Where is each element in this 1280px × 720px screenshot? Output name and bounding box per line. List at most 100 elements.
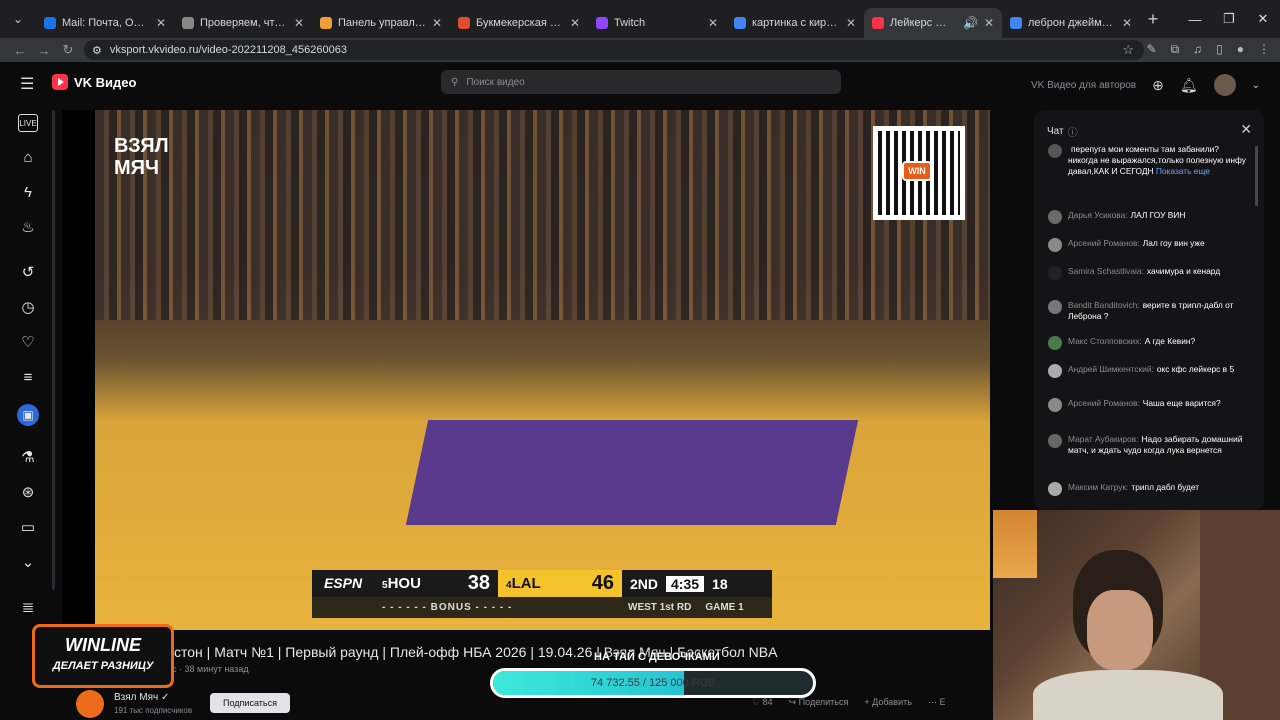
upload-icon[interactable]: ⊕ bbox=[1152, 77, 1164, 94]
browser-tab-active[interactable]: Лейкерс — Хьюстон🔊✕ bbox=[864, 8, 1002, 38]
close-icon[interactable]: ✕ bbox=[1240, 121, 1252, 138]
back-icon[interactable]: ← bbox=[8, 43, 32, 58]
browser-tab[interactable]: Mail: Почта, Облако, Кал✕ bbox=[36, 8, 174, 38]
forward-icon[interactable]: → bbox=[32, 43, 56, 58]
search-input[interactable]: ⚲ Поиск видео bbox=[441, 70, 841, 94]
browser-tab[interactable]: Twitch ✕ bbox=[588, 8, 726, 38]
profile-icon[interactable]: ● bbox=[1237, 42, 1244, 57]
address-bar-row: ← → ↻ ⚙ vksport.vkvideo.ru/video-2022112… bbox=[0, 38, 1280, 62]
browser-tab[interactable]: Панель управления - Do✕ bbox=[312, 8, 450, 38]
show-more-link[interactable]: Показать еще bbox=[1156, 166, 1210, 176]
chat-scrollbar[interactable] bbox=[1255, 146, 1258, 206]
close-icon[interactable]: ✕ bbox=[294, 16, 304, 30]
pen-icon[interactable]: ✎ bbox=[1147, 42, 1157, 57]
browser-tab[interactable]: картинка с киркой и ал✕ bbox=[726, 8, 864, 38]
chat-avatar[interactable] bbox=[1048, 266, 1062, 280]
info-icon[interactable]: ⓘ bbox=[1068, 124, 1078, 139]
sidebar-icon[interactable]: ▯ bbox=[1216, 42, 1223, 57]
chat-author[interactable]: Bandit Banditovich: bbox=[1068, 300, 1140, 310]
close-window-icon[interactable]: ✕ bbox=[1246, 11, 1280, 27]
chat-author[interactable]: Андрей Шимкентский: bbox=[1068, 364, 1154, 374]
browser-tab[interactable]: леброн джеймс возрас✕ bbox=[1002, 8, 1140, 38]
close-icon[interactable]: ✕ bbox=[432, 16, 442, 30]
history-icon[interactable]: ↺ bbox=[18, 264, 38, 282]
heart-icon[interactable]: ♡ bbox=[18, 334, 38, 352]
playlist-icon[interactable]: ≡ bbox=[18, 369, 38, 387]
browser-tab[interactable]: Проверяем, что вы не р✕ bbox=[174, 8, 312, 38]
vk-play-icon bbox=[52, 74, 68, 90]
add-button[interactable]: + Добавить bbox=[864, 697, 912, 708]
chat-author[interactable]: Марат Аубакиров: bbox=[1068, 434, 1139, 444]
games-icon[interactable]: ⊛ bbox=[18, 484, 38, 502]
vk-video-logo[interactable]: VK Видео bbox=[52, 74, 136, 90]
close-icon[interactable]: ✕ bbox=[156, 16, 166, 30]
bell-icon[interactable]: 🔔︎ bbox=[1180, 77, 1198, 94]
chat-author[interactable]: Арсений Романов: bbox=[1068, 238, 1140, 248]
puzzle-icon[interactable]: ⧉ bbox=[1171, 42, 1180, 57]
restore-icon[interactable]: ❐ bbox=[1212, 11, 1246, 27]
chat-avatar[interactable] bbox=[1048, 398, 1062, 412]
chat-avatar[interactable] bbox=[1048, 144, 1062, 158]
media-icon[interactable]: ♫ bbox=[1193, 42, 1202, 57]
clock-icon[interactable]: ◷ bbox=[18, 299, 38, 317]
close-icon[interactable]: ✕ bbox=[1122, 16, 1132, 30]
chat-text: хачимура и кенард bbox=[1146, 266, 1221, 276]
chat-author[interactable]: Макс Столповских: bbox=[1068, 336, 1142, 346]
more-button[interactable]: ⋯ Е bbox=[928, 697, 946, 708]
network-logo: ESPN bbox=[312, 570, 374, 597]
chevron-down-icon[interactable]: ⌄ bbox=[18, 554, 38, 572]
site-info-icon[interactable]: ⚙ bbox=[92, 44, 102, 57]
chat-avatar[interactable] bbox=[1048, 300, 1062, 314]
channels-icon[interactable]: ⚗ bbox=[18, 449, 38, 467]
chat-avatar[interactable] bbox=[1048, 482, 1062, 496]
vk-header: ☰ VK Видео ⚲ Поиск видео VK Видео для ав… bbox=[0, 62, 1280, 104]
like-button[interactable]: ♡ 84 bbox=[752, 697, 773, 708]
authors-link[interactable]: VK Видео для авторов bbox=[1031, 80, 1136, 91]
close-icon[interactable]: ✕ bbox=[846, 16, 856, 30]
channel-avatar[interactable] bbox=[76, 690, 104, 718]
subscriptions-icon[interactable]: ▣ bbox=[17, 404, 39, 426]
avatar[interactable] bbox=[1213, 74, 1236, 96]
chat-author[interactable]: Максим Катрук: bbox=[1068, 482, 1128, 492]
chat-author[interactable]: Дарья Усикова: bbox=[1068, 210, 1128, 220]
home-icon[interactable]: ⌂ bbox=[18, 149, 38, 167]
close-icon[interactable]: ✕ bbox=[570, 16, 580, 30]
channel-name[interactable]: Взял Мяч ✓ bbox=[114, 692, 169, 703]
rail-scrollbar[interactable] bbox=[52, 110, 55, 590]
scorebug: ESPN 5HOU 38 4LAL 46 2ND 4:35 18 - - - -… bbox=[312, 570, 772, 618]
chat-author[interactable]: Арсений Романов: bbox=[1068, 398, 1140, 408]
video-player[interactable]: ВЗЯЛ МЯЧ WIN ESPN 5HOU 38 4LAL 46 2ND 4:… bbox=[62, 110, 990, 630]
speaker-icon[interactable]: 🔊 bbox=[963, 16, 978, 30]
reload-icon[interactable]: ↻ bbox=[56, 42, 80, 58]
hamburger-icon[interactable]: ☰ bbox=[20, 74, 34, 94]
chat-author[interactable]: Samira Schastlivaia: bbox=[1068, 266, 1144, 276]
lightning-icon[interactable]: ϟ bbox=[18, 184, 38, 202]
chat-avatar[interactable] bbox=[1048, 364, 1062, 378]
window-controls: — ❐ ✕ bbox=[1178, 0, 1280, 38]
browser-tab[interactable]: Букмекерская контора B✕ bbox=[450, 8, 588, 38]
chat-avatar[interactable] bbox=[1048, 210, 1062, 224]
fire-icon[interactable]: ♨ bbox=[18, 219, 38, 237]
new-tab-button[interactable]: + bbox=[1140, 9, 1166, 30]
minimize-icon[interactable]: — bbox=[1178, 12, 1212, 27]
court-paint bbox=[405, 420, 859, 525]
favicon-icon bbox=[734, 17, 746, 29]
share-button[interactable]: ↪ Поделиться bbox=[789, 697, 849, 708]
close-icon[interactable]: ✕ bbox=[984, 16, 994, 30]
tab-search-icon[interactable]: ⌄ bbox=[0, 12, 36, 26]
chat-avatar[interactable] bbox=[1048, 336, 1062, 350]
bookmark-star-icon[interactable]: ☆ bbox=[1122, 42, 1134, 58]
filter-icon[interactable]: ≣ bbox=[18, 599, 38, 617]
live-icon[interactable]: LIVE bbox=[18, 114, 38, 132]
close-icon[interactable]: ✕ bbox=[708, 16, 718, 30]
chat-text: Чаша еще варится? bbox=[1142, 398, 1221, 408]
subscribe-button[interactable]: Подписаться bbox=[210, 693, 290, 713]
tv-icon[interactable]: ▭ bbox=[18, 519, 38, 537]
menu-icon[interactable]: ⋮ bbox=[1258, 42, 1270, 57]
chevron-down-icon[interactable]: ⌄ bbox=[1252, 80, 1260, 91]
chat-message: Samira Schastlivaia: хачимура и кенард bbox=[1048, 266, 1246, 280]
chat-text: А где Кевин? bbox=[1144, 336, 1196, 346]
url-input[interactable]: ⚙ vksport.vkvideo.ru/video-202211208_456… bbox=[84, 40, 1144, 60]
chat-avatar[interactable] bbox=[1048, 238, 1062, 252]
chat-avatar[interactable] bbox=[1048, 434, 1062, 448]
